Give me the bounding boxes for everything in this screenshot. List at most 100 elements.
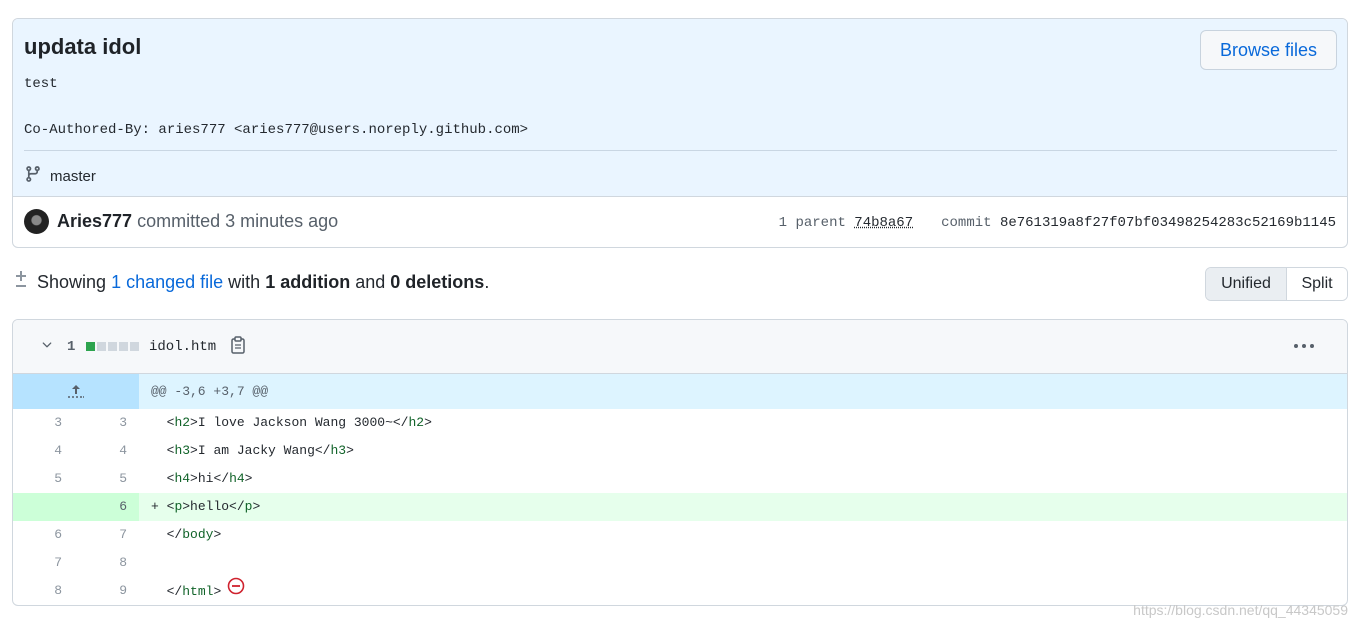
watermark: https://blog.csdn.net/qq_44345059 xyxy=(1133,602,1348,618)
code-line: <h2>I love Jackson Wang 3000~</h2> xyxy=(139,409,1347,437)
commit-footer: Aries777 committed 3 minutes ago 1 paren… xyxy=(13,198,1347,247)
author-line: Aries777 committed 3 minutes ago xyxy=(57,211,338,232)
code-text: > xyxy=(213,527,222,542)
file-header: 1 idol.htm xyxy=(13,320,1347,374)
tag-name: h2 xyxy=(408,415,425,430)
diffstat-neutral-block xyxy=(119,342,128,351)
author-link[interactable]: Aries777 xyxy=(57,211,132,231)
old-line-number[interactable]: 4 xyxy=(13,437,76,465)
copy-icon[interactable] xyxy=(230,336,246,359)
code-text: > xyxy=(346,443,354,458)
code-line: </body> xyxy=(139,521,1347,549)
kebab-horizontal-icon[interactable] xyxy=(1293,332,1315,355)
diff-marker xyxy=(151,443,159,458)
diff-marker: + xyxy=(151,499,159,514)
summary-prefix: Showing xyxy=(37,272,107,292)
commit-box: updata idol test Co-Authored-By: aries77… xyxy=(12,18,1348,248)
code-line: <h4>hi</h4> xyxy=(139,465,1347,493)
new-line-number[interactable]: 4 xyxy=(76,437,139,465)
diff-toolbar: Showing 1 changed file with 1 addition a… xyxy=(12,266,1348,302)
new-line-number[interactable]: 7 xyxy=(76,521,139,549)
diff-line: 67 </body> xyxy=(13,521,1347,549)
summary-with: with xyxy=(228,272,261,292)
old-line-number[interactable] xyxy=(13,493,76,521)
tag-name: html xyxy=(182,583,214,599)
code-line xyxy=(139,549,1347,577)
diff-marker xyxy=(151,555,159,570)
commit-label: commit xyxy=(941,215,992,231)
parent-info: 1 parent 74b8a67 xyxy=(779,215,913,231)
avatar[interactable] xyxy=(24,209,49,234)
commit-title: updata idol xyxy=(24,34,142,59)
additions-count: 1 addition xyxy=(265,272,351,292)
divider xyxy=(24,150,1337,151)
tag-name: h2 xyxy=(174,415,191,430)
commit-meta: 1 parent 74b8a67 commit 8e761319a8f27f07… xyxy=(779,215,1336,231)
diff-line: 44 <h3>I am Jacky Wang</h3> xyxy=(13,437,1347,465)
file-diff: 1 idol.htm @@ -3,6 +3,7 @@ 33 <h2>I love… xyxy=(12,319,1348,606)
code-text: > xyxy=(252,499,261,514)
code-line: </html> xyxy=(139,577,1347,605)
code-text: >I am Jacky Wang</ xyxy=(190,443,331,458)
tag-name: body xyxy=(182,527,214,542)
code-line: <h3>I am Jacky Wang</h3> xyxy=(139,437,1347,465)
chevron-down-icon[interactable] xyxy=(40,338,54,355)
old-line-number[interactable]: 6 xyxy=(13,521,76,549)
commit-info: commit 8e761319a8f27f07bf03498254283c521… xyxy=(941,215,1336,231)
unfold-up-icon[interactable] xyxy=(13,374,139,409)
commit-description-line: Co-Authored-By: aries777 <aries777@users… xyxy=(24,122,529,138)
changes-count: 1 xyxy=(67,339,76,355)
new-line-number[interactable]: 8 xyxy=(76,549,139,577)
view-toggle: Unified Split xyxy=(1205,267,1348,301)
code-text: > xyxy=(213,583,222,599)
deletions-count: 0 deletions xyxy=(390,272,485,292)
branch-indicator[interactable]: master xyxy=(24,165,96,187)
git-branch-icon xyxy=(24,165,42,187)
tag-name: h4 xyxy=(174,471,191,486)
code-text: > xyxy=(424,415,432,430)
parent-sha-link[interactable]: 74b8a67 xyxy=(854,215,913,231)
parent-label: 1 parent xyxy=(778,215,846,231)
committed-text: committed 3 minutes ago xyxy=(137,211,339,231)
tag-name: h3 xyxy=(330,443,347,458)
file-name-link[interactable]: idol.htm xyxy=(149,339,216,355)
code-text: >hi</ xyxy=(190,471,230,486)
branch-name: master xyxy=(50,167,96,185)
old-line-number[interactable]: 3 xyxy=(13,409,76,437)
diff-marker xyxy=(151,471,159,486)
new-line-number[interactable]: 3 xyxy=(76,409,139,437)
old-line-number[interactable]: 7 xyxy=(13,549,76,577)
changed-files-link[interactable]: 1 changed file xyxy=(111,272,223,292)
code-text: > xyxy=(244,471,253,486)
browse-files-button[interactable]: Browse files xyxy=(1200,30,1337,70)
diff-line-added: 6 + <p>hello</p> xyxy=(13,493,1347,521)
code-text: >I love Jackson Wang 3000~</ xyxy=(190,415,409,430)
diff-marker xyxy=(151,584,159,599)
split-button[interactable]: Split xyxy=(1287,268,1347,300)
old-line-number[interactable]: 5 xyxy=(13,465,76,493)
commit-description-line: test xyxy=(24,76,58,92)
commit-description: test Co-Authored-By: aries777 <aries777@… xyxy=(24,73,528,142)
code-text: </ xyxy=(166,527,183,542)
new-line-number[interactable]: 9 xyxy=(76,577,139,605)
old-line-number[interactable]: 8 xyxy=(13,577,76,605)
diff-table: @@ -3,6 +3,7 @@ 33 <h2>I love Jackson Wa… xyxy=(13,374,1347,605)
diffstat-neutral-block xyxy=(97,342,106,351)
diff-icon xyxy=(14,270,28,293)
diff-line: 55 <h4>hi</h4> xyxy=(13,465,1347,493)
tag-name: h4 xyxy=(229,471,245,486)
summary-suffix: . xyxy=(484,272,490,292)
diff-marker xyxy=(151,527,159,542)
new-line-number[interactable]: 5 xyxy=(76,465,139,493)
no-entry-icon xyxy=(227,577,245,605)
new-line-number[interactable]: 6 xyxy=(76,493,139,521)
commit-sha: 8e761319a8f27f07bf03498254283c52169b1145 xyxy=(999,215,1336,231)
code-text: </ xyxy=(166,583,183,599)
summary-and: and xyxy=(355,272,386,292)
code-text: >hello</ xyxy=(182,499,245,514)
unified-button[interactable]: Unified xyxy=(1206,268,1287,300)
diff-marker xyxy=(151,415,159,430)
tag-name: h3 xyxy=(174,443,191,458)
commit-header: updata idol test Co-Authored-By: aries77… xyxy=(13,19,1347,197)
diffstat-neutral-block xyxy=(130,342,139,351)
